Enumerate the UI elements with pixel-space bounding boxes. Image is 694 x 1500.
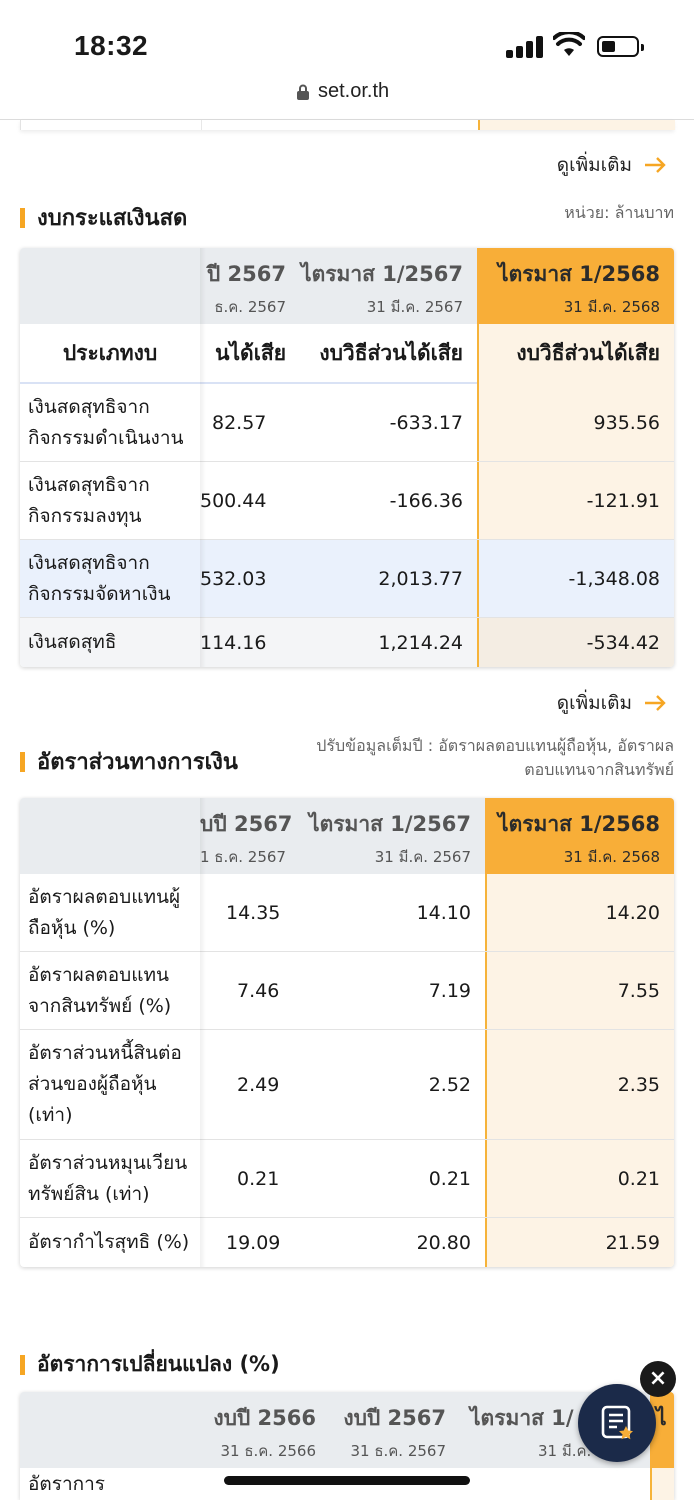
cell-value: 532.03 bbox=[200, 567, 267, 590]
cell-value: 21.59 bbox=[485, 1218, 674, 1267]
cell-value: 19.09 bbox=[226, 1231, 281, 1254]
ratios-note: ปรับข้อมูลเต็มปี : อัตราผลตอบแทนผู้ถือหุ… bbox=[316, 736, 674, 779]
row-label: อัตราส่วนหมุนเวียน ทรัพย์สิน (เท่า) bbox=[28, 1151, 188, 1205]
ratios-title: อัตราส่วนทางการเงิน bbox=[20, 744, 238, 779]
home-indicator bbox=[224, 1476, 470, 1485]
cell-value: 2.52 bbox=[428, 1073, 471, 1096]
table-row-total: เงินสดสุทธิ 114.16 1,214.24 -534.42 bbox=[20, 618, 674, 667]
cellular-signal-icon bbox=[506, 36, 544, 58]
cell-value: 14.20 bbox=[485, 874, 674, 951]
cell-value: -1,348.08 bbox=[477, 540, 674, 617]
previous-table-remnant bbox=[20, 120, 675, 130]
url-text: set.or.th bbox=[318, 80, 390, 102]
sticky-column-shadow bbox=[200, 798, 206, 1267]
column-header: ไตรมาส 1/2567 31 มี.ค. 2567 bbox=[309, 812, 471, 866]
row-label: เงินสดสุทธิ bbox=[28, 631, 117, 653]
cell-value: -121.91 bbox=[477, 462, 674, 539]
arrow-right-icon bbox=[645, 157, 666, 173]
section-marker bbox=[20, 751, 25, 772]
row-label: อัตราส่วนหนี้สินต่อ ส่วนของผู้ถือหุ้น (เ… bbox=[28, 1042, 182, 1126]
column-header: บปี 2567 1 ธ.ค. 2567 bbox=[200, 812, 293, 866]
sticky-column-shadow bbox=[200, 248, 206, 667]
table-row: อัตราผลตอบแทนผู้ ถือหุ้น (%) 14.35 14.10… bbox=[20, 874, 674, 952]
address-bar[interactable]: set.or.th bbox=[0, 76, 694, 120]
lock-icon bbox=[297, 84, 309, 100]
column-header: ปี 2567 ธ.ค. 2567 bbox=[206, 262, 286, 316]
see-more-link[interactable]: ดูเพิ่มเติม bbox=[557, 688, 666, 718]
table-row: เงินสดสุทธิจาก กิจกรรมดำเนินงาน 82.57 -6… bbox=[20, 384, 674, 462]
type-value: งบวิธีส่วนได้เสีย bbox=[477, 324, 674, 384]
cashflow-table: ปี 2567 ธ.ค. 2567 ไตรมาส 1/2567 31 มี.ค. 2… bbox=[20, 248, 674, 667]
row-label: เงินสดสุทธิจาก กิจกรรมดำเนินงาน bbox=[28, 395, 184, 449]
cell-value: 2.35 bbox=[485, 1030, 674, 1139]
battery-icon bbox=[597, 36, 644, 57]
column-header-highlighted: ไตรมาส 1/2568 31 มี.ค. 2568 bbox=[477, 248, 674, 324]
cell-value: -166.36 bbox=[389, 489, 463, 512]
cell-value: 0.21 bbox=[428, 1167, 471, 1190]
cell-value: 0.21 bbox=[237, 1167, 280, 1190]
cashflow-title-text: งบกระแสเงินสด bbox=[37, 206, 188, 231]
cell-value: 114.16 bbox=[200, 631, 267, 654]
cell-value: 2.49 bbox=[237, 1073, 280, 1096]
cell-value: 7.46 bbox=[237, 979, 280, 1002]
table-row: อัตราส่วนหนี้สินต่อ ส่วนของผู้ถือหุ้น (เ… bbox=[20, 1030, 674, 1140]
type-value: นได้เสีย bbox=[215, 341, 286, 365]
cell-value bbox=[650, 1468, 674, 1500]
column-header: งบปี 2566 31 ธ.ค. 2566 bbox=[213, 1406, 316, 1460]
arrow-right-icon bbox=[645, 695, 666, 711]
status-bar: 18:32 bbox=[0, 0, 694, 76]
change-title: อัตราการเปลี่ยนแปลง (%) bbox=[20, 1348, 280, 1381]
cell-value: 7.19 bbox=[428, 979, 471, 1002]
column-header-highlighted: ไตรมาส 1/2568 31 มี.ค. 2568 bbox=[485, 798, 674, 874]
cell-value: 935.56 bbox=[477, 384, 674, 461]
ratios-title-text: อัตราส่วนทางการเงิน bbox=[37, 750, 238, 775]
cell-value: 2,013.77 bbox=[378, 567, 463, 590]
cell-value: -534.42 bbox=[477, 618, 674, 667]
table-header-row: ปี 2567 ธ.ค. 2567 ไตรมาส 1/2567 31 มี.ค. 2… bbox=[20, 248, 674, 324]
section-marker bbox=[20, 1354, 25, 1375]
cell-value: 500.44 bbox=[200, 489, 267, 512]
table-row: อัตรากำไรสุทธิ (%) 19.09 20.80 21.59 bbox=[20, 1218, 674, 1267]
row-label: เงินสดสุทธิจาก กิจกรรมลงทุน bbox=[28, 473, 150, 527]
see-more-label: ดูเพิ่มเติม bbox=[556, 154, 632, 176]
table-row: เงินสดสุทธิจาก กิจกรรมลงทุน 500.44 -166.… bbox=[20, 462, 674, 540]
close-fab-button[interactable]: × bbox=[640, 1361, 676, 1397]
cell-value: 14.35 bbox=[226, 901, 281, 924]
unit-note: หน่วย: ล้านบาท bbox=[564, 203, 674, 222]
type-value: งบวิธีส่วนได้เสีย bbox=[319, 341, 463, 365]
table-row: เงินสดสุทธิจาก กิจกรรมจัดหาเงิน 532.03 2… bbox=[20, 540, 674, 618]
watchlist-fab-button[interactable] bbox=[578, 1384, 656, 1462]
row-label: อัตราผลตอบแทน จากสินทรัพย์ (%) bbox=[28, 963, 172, 1017]
clock: 18:32 bbox=[74, 30, 149, 61]
see-more-label: ดูเพิ่มเติม bbox=[556, 692, 632, 714]
column-header: ไตรมาส 1/2567 31 มี.ค. 2567 bbox=[301, 262, 463, 316]
see-more-link[interactable]: ดูเพิ่มเติม bbox=[557, 150, 666, 180]
row-label: อัตราการ bbox=[28, 1473, 106, 1495]
change-title-text: อัตราการเปลี่ยนแปลง (%) bbox=[37, 1352, 280, 1376]
table-row: อัตราส่วนหมุนเวียน ทรัพย์สิน (เท่า) 0.21… bbox=[20, 1140, 674, 1218]
row-label: อัตรากำไรสุทธิ (%) bbox=[28, 1231, 190, 1253]
cell-value: 14.10 bbox=[416, 901, 471, 924]
wifi-icon bbox=[553, 32, 585, 56]
column-header: งบปี 2567 31 ธ.ค. 2567 bbox=[343, 1406, 446, 1460]
cell-value: 0.21 bbox=[485, 1140, 674, 1217]
table-header-row: บปี 2567 1 ธ.ค. 2567 ไตรมาส 1/2567 31 มี.ค… bbox=[20, 798, 674, 874]
row-label: อัตราผลตอบแทนผู้ ถือหุ้น (%) bbox=[28, 885, 181, 939]
type-label: ประเภทงบ bbox=[62, 341, 158, 365]
cell-value: -633.17 bbox=[389, 411, 463, 434]
list-star-icon bbox=[601, 1405, 633, 1440]
cell-value: 7.55 bbox=[485, 952, 674, 1029]
type-row: ประเภทงบ นได้เสีย งบวิธีส่วนได้เสีย งบวิ… bbox=[20, 324, 674, 384]
cell-value: 20.80 bbox=[416, 1231, 471, 1254]
cell-value: 82.57 bbox=[212, 411, 267, 434]
cashflow-title: งบกระแสเงินสด bbox=[20, 200, 187, 235]
table-row: อัตราผลตอบแทน จากสินทรัพย์ (%) 7.46 7.19… bbox=[20, 952, 674, 1030]
section-marker bbox=[20, 207, 25, 228]
ratios-table: บปี 2567 1 ธ.ค. 2567 ไตรมาส 1/2567 31 มี.ค… bbox=[20, 798, 674, 1267]
table-header-row: งบปี 2566 31 ธ.ค. 2566 งบปี 2567 31 ธ.ค. 2… bbox=[20, 1392, 674, 1468]
row-label: เงินสดสุทธิจาก กิจกรรมจัดหาเงิน bbox=[28, 551, 171, 605]
cell-value: 1,214.24 bbox=[378, 631, 463, 654]
